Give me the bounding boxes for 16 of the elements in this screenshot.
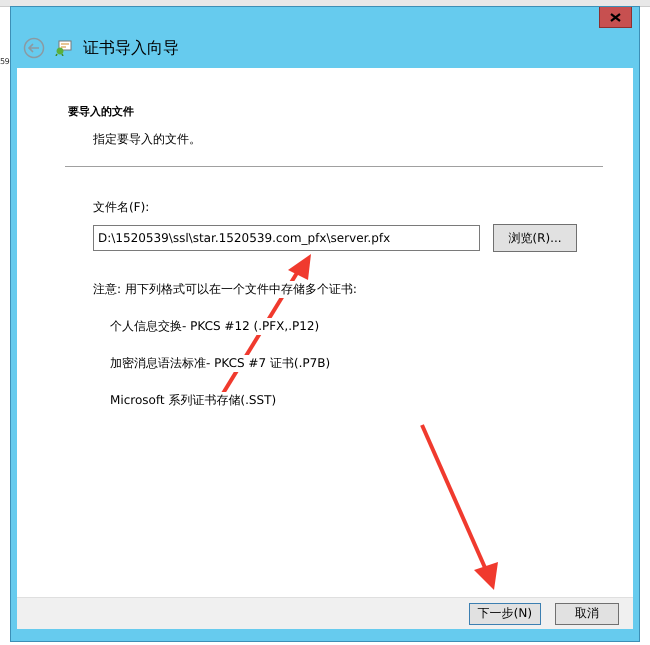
note-text: 注意: 用下列格式可以在一个文件中存储多个证书: [93,281,357,298]
file-name-field[interactable]: D:\1520539\ssl\star.1520539.com_pfx\server.pfx [93,225,480,251]
dialog-button[interactable]: 取消 [555,602,619,624]
close-icon [610,12,621,22]
page-subheading: 指定要导入的文件。 [93,131,202,148]
format-item: Microsoft 系列证书存储(.SST) [110,392,276,409]
format-item: 个人信息交换- PKCS #12 (.PFX,.P12) [110,318,320,335]
background-text: 59 [0,57,10,66]
dialog-button[interactable]: 下一步(N) [468,602,541,624]
close-button[interactable] [599,7,632,28]
window-title: 证书导入向导 [83,38,179,58]
page-heading: 要导入的文件 [68,104,135,119]
browse-button[interactable]: 浏览(R)... [493,224,577,252]
field-label: 文件名(F): [93,199,150,216]
format-item: 加密消息语法标准- PKCS #7 证书(.P7B) [110,355,330,372]
certificate-icon [55,40,73,56]
